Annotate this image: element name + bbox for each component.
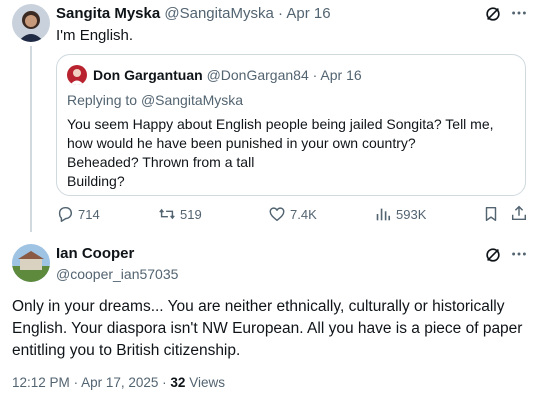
tweet-text-line: English. Your diaspora isn't NW European…	[12, 320, 523, 337]
replying-to-label: Replying to	[67, 92, 138, 108]
replying-to-handle[interactable]: @SangitaMyska	[141, 92, 243, 108]
tweet2-text: Only in your dreams... You are neither e…	[12, 296, 522, 362]
avatar-don[interactable]	[67, 65, 87, 85]
share-icon[interactable]	[510, 204, 528, 222]
quote-text-line: Beheaded? Thrown from a tall	[67, 154, 255, 170]
like-count: 7.4K	[290, 206, 317, 222]
repost-button[interactable]: 519	[158, 205, 202, 223]
quote-header: Don Gargantuan @DonGargan84 · Apr 16	[93, 67, 362, 83]
more-icon[interactable]	[510, 4, 528, 22]
post-time[interactable]: 12:12 PM	[12, 375, 70, 390]
grok-icon[interactable]	[484, 246, 502, 264]
separator: ·	[278, 5, 284, 22]
display-name[interactable]: Don Gargantuan	[93, 67, 203, 83]
quote-text-line: Building?	[67, 173, 125, 189]
repost-icon	[158, 205, 176, 223]
handle[interactable]: @DonGargan84	[207, 67, 309, 83]
like-button[interactable]: 7.4K	[268, 205, 317, 223]
grok-icon[interactable]	[484, 5, 502, 23]
timestamp[interactable]: Apr 16	[320, 67, 361, 83]
handle[interactable]: @cooper_ian57035	[56, 266, 178, 282]
quoted-tweet[interactable]: Don Gargantuan @DonGargan84 · Apr 16 Rep…	[56, 54, 526, 196]
tweet1-header: Sangita Myska @SangitaMyska · Apr 16	[56, 5, 331, 22]
views-count: 593K	[396, 206, 427, 222]
views-icon	[374, 205, 392, 223]
post-date[interactable]: Apr 17, 2025	[81, 375, 158, 390]
reply-icon	[56, 205, 74, 223]
more-icon[interactable]	[510, 245, 528, 263]
tweet1-text: I'm English.	[56, 27, 134, 44]
tweet-text-line: Only in your dreams... You are neither e…	[12, 298, 505, 315]
views-button[interactable]: 593K	[374, 205, 426, 223]
bookmark-icon[interactable]	[482, 205, 500, 223]
tweet2-meta: 12:12 PM · Apr 17, 2025 · 32 Views	[12, 375, 225, 390]
like-icon	[268, 205, 286, 223]
views-label: Views	[189, 375, 225, 390]
separator: ·	[73, 375, 79, 390]
reply-button[interactable]: 714	[56, 205, 100, 223]
quote-text-line: You seem Happy about English people bein…	[67, 116, 494, 132]
handle[interactable]: @SangitaMyska	[164, 5, 273, 22]
thread-line	[30, 46, 32, 232]
separator: ·	[162, 375, 167, 390]
quote-text: You seem Happy about English people bein…	[67, 115, 494, 191]
replying-to: Replying to @SangitaMyska	[67, 92, 243, 108]
separator: ·	[312, 67, 318, 83]
timestamp[interactable]: Apr 16	[286, 5, 330, 22]
avatar-sangita[interactable]	[12, 4, 50, 42]
tweet-text-line: entitling you to British citizenship.	[12, 342, 241, 359]
repost-count: 519	[180, 206, 202, 222]
avatar-ian[interactable]	[12, 244, 50, 282]
views-count: 32	[170, 375, 186, 390]
quote-text-line: how would he have been punished in your …	[67, 135, 416, 151]
display-name[interactable]: Ian Cooper	[56, 245, 134, 262]
display-name[interactable]: Sangita Myska	[56, 5, 160, 22]
reply-count: 714	[78, 206, 100, 222]
